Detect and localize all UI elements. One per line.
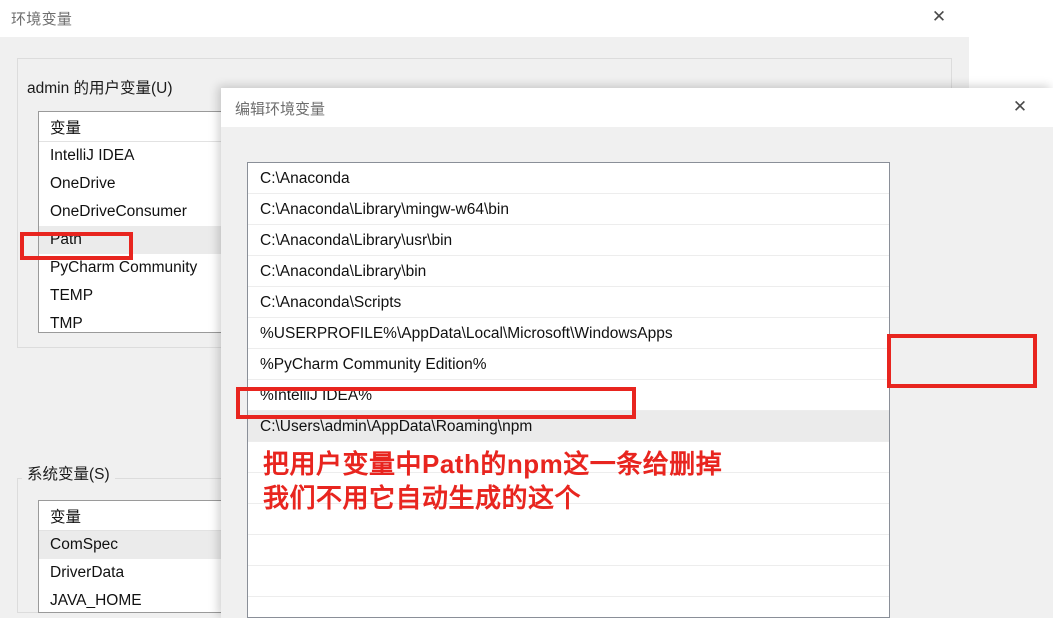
- list-item-empty[interactable]: [248, 504, 889, 535]
- screen: 环境变量 ✕ admin 的用户变量(U) 变量 IntelliJ IDEA O…: [0, 0, 1053, 618]
- user-variables-legend: admin 的用户变量(U): [22, 76, 178, 98]
- list-item-empty[interactable]: [248, 566, 889, 597]
- list-item-npm[interactable]: C:\Users\admin\AppData\Roaming\npm: [248, 411, 889, 442]
- env-window-titlebar: 环境变量 ✕: [0, 0, 969, 37]
- list-item[interactable]: C:\Anaconda\Library\mingw-w64\bin: [248, 194, 889, 225]
- edit-environment-variable-dialog: 编辑环境变量 ✕ C:\Anaconda C:\Anaconda\Library…: [221, 88, 1053, 618]
- list-item[interactable]: C:\Anaconda\Scripts: [248, 287, 889, 318]
- path-entries-list[interactable]: C:\Anaconda C:\Anaconda\Library\mingw-w6…: [247, 162, 890, 618]
- list-item-empty[interactable]: [248, 442, 889, 473]
- close-icon[interactable]: ✕: [999, 92, 1041, 122]
- list-item-empty[interactable]: [248, 473, 889, 504]
- env-window-title: 环境变量: [11, 11, 73, 28]
- edit-dialog-title: 编辑环境变量: [235, 101, 326, 118]
- edit-dialog-titlebar: 编辑环境变量 ✕: [221, 88, 1053, 127]
- list-item[interactable]: C:\Anaconda\Library\usr\bin: [248, 225, 889, 256]
- list-item[interactable]: %PyCharm Community Edition%: [248, 349, 889, 380]
- list-item[interactable]: C:\Anaconda\Library\bin: [248, 256, 889, 287]
- system-variables-legend: 系统变量(S): [22, 462, 115, 484]
- list-item-empty[interactable]: [248, 535, 889, 566]
- close-icon[interactable]: ✕: [918, 2, 960, 32]
- list-item[interactable]: C:\Anaconda: [248, 163, 889, 194]
- list-item[interactable]: %IntelliJ IDEA%: [248, 380, 889, 411]
- list-item[interactable]: %USERPROFILE%\AppData\Local\Microsoft\Wi…: [248, 318, 889, 349]
